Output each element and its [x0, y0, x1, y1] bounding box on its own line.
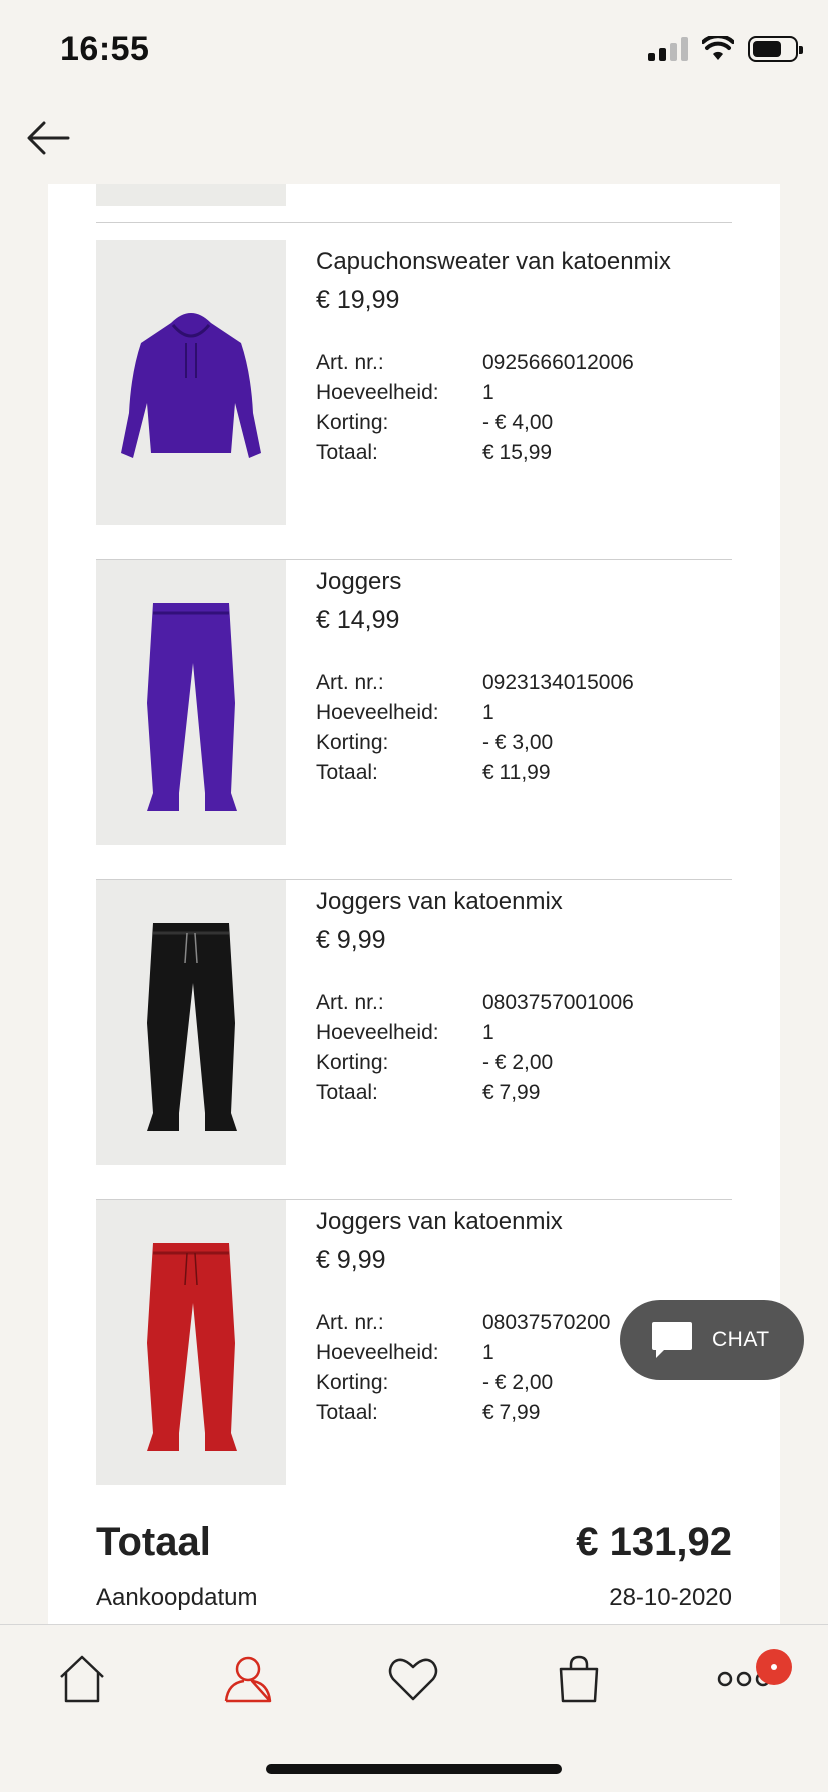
article-number-label: Art. nr.: — [316, 1311, 384, 1334]
product-price: € 14,99 — [316, 606, 400, 634]
quantity-value: 1 — [482, 1021, 494, 1044]
chat-label: CHAT — [712, 1328, 770, 1351]
order-item[interactable]: Capuchonsweater van katoenmix € 19,99 Ar… — [96, 240, 732, 560]
product-details: Art. nr.: 0803757001006 Hoeveelheid: 1 Kor… — [316, 988, 732, 1108]
order-item[interactable]: Joggers van katoenmix € 9,99 Art. nr.: 08… — [96, 880, 732, 1200]
order-total: Totaal € 131,92 — [96, 1520, 732, 1565]
product-name: Joggers — [316, 568, 402, 595]
heart-icon — [388, 1658, 438, 1701]
product-details: Art. nr.: 0925666012006 Hoeveelheid: 1 Kor… — [316, 348, 732, 468]
article-number-value: 0803757001006 — [482, 991, 634, 1014]
discount-label: Korting: — [316, 1371, 389, 1394]
hoodie-icon — [121, 312, 261, 458]
tab-favorites[interactable] — [383, 1649, 443, 1709]
discount-value: - € 2,00 — [482, 1371, 554, 1394]
back-button[interactable] — [24, 114, 72, 162]
total-label: Totaal — [96, 1520, 211, 1564]
article-number-value: 0923134015006 — [482, 671, 634, 694]
order-details: Capuchonsweater van katoenmix € 19,99 Ar… — [48, 184, 780, 1624]
item-total-label: Totaal: — [316, 761, 378, 784]
product-price: € 19,99 — [316, 286, 400, 314]
article-number-value: 08037570200 — [482, 1311, 611, 1334]
product-details: Art. nr.: 0923134015006 Hoeveelheid: 1 Kor… — [316, 668, 732, 788]
arrow-left-icon — [27, 121, 70, 155]
purchase-date-value: 28-10-2020 — [609, 1584, 732, 1611]
tab-home[interactable] — [52, 1649, 112, 1709]
article-number-value: 0925666012006 — [482, 351, 634, 374]
item-total-value: € 15,99 — [482, 441, 553, 464]
discount-label: Korting: — [316, 1051, 389, 1074]
product-name: Capuchonsweater van katoenmix — [316, 248, 671, 275]
quantity-label: Hoeveelheid: — [316, 381, 439, 404]
product-price: € 9,99 — [316, 1246, 386, 1274]
discount-label: Korting: — [316, 411, 389, 434]
product-price: € 9,99 — [316, 926, 386, 954]
quantity-value: 1 — [482, 701, 494, 724]
bag-icon — [559, 1655, 599, 1703]
article-number-label: Art. nr.: — [316, 991, 384, 1014]
tab-bag[interactable] — [549, 1649, 609, 1709]
item-total-label: Totaal: — [316, 441, 378, 464]
battery-icon — [748, 36, 803, 62]
chat-bubble-icon — [652, 1322, 692, 1358]
article-number-label: Art. nr.: — [316, 671, 384, 694]
joggers-icon — [147, 1242, 237, 1451]
purchase-date: Aankoopdatum 28-10-2020 — [96, 1584, 732, 1612]
article-number-label: Art. nr.: — [316, 351, 384, 374]
status-bar: 16:55 — [0, 0, 828, 100]
discount-value: - € 2,00 — [482, 1051, 554, 1074]
quantity-label: Hoeveelheid: — [316, 701, 439, 724]
item-total-value: € 7,99 — [482, 1081, 541, 1104]
discount-label: Korting: — [316, 731, 389, 754]
joggers-icon — [147, 922, 237, 1131]
notification-badge — [756, 1649, 792, 1685]
item-total-label: Totaal: — [316, 1081, 378, 1104]
tab-account[interactable] — [218, 1649, 278, 1709]
status-icons — [648, 34, 803, 64]
item-total-value: € 11,99 — [482, 761, 551, 784]
product-image — [96, 240, 286, 525]
discount-value: - € 4,00 — [482, 411, 554, 434]
home-icon — [60, 1655, 104, 1703]
quantity-label: Hoeveelheid: — [316, 1021, 439, 1044]
product-name: Joggers van katoenmix — [316, 888, 563, 915]
wifi-icon — [702, 36, 734, 60]
account-icon — [224, 1656, 272, 1703]
joggers-icon — [147, 602, 237, 811]
quantity-value: 1 — [482, 381, 494, 404]
product-image — [96, 1200, 286, 1485]
purchase-date-label: Aankoopdatum — [96, 1584, 258, 1611]
item-total-label: Totaal: — [316, 1401, 378, 1424]
status-time: 16:55 — [60, 30, 150, 68]
product-image — [96, 880, 286, 1165]
product-image-partial — [96, 184, 286, 206]
chat-button[interactable]: CHAT — [620, 1300, 804, 1380]
product-name: Joggers van katoenmix — [316, 1208, 563, 1235]
order-item[interactable]: Joggers € 14,99 Art. nr.: 0923134015006 H… — [96, 560, 732, 880]
product-image — [96, 560, 286, 845]
discount-value: - € 3,00 — [482, 731, 554, 754]
quantity-value: 1 — [482, 1341, 494, 1364]
home-indicator — [266, 1764, 562, 1774]
cellular-signal-icon — [648, 37, 688, 61]
divider — [96, 222, 732, 223]
total-value: € 131,92 — [576, 1520, 732, 1564]
item-total-value: € 7,99 — [482, 1401, 541, 1424]
quantity-label: Hoeveelheid: — [316, 1341, 439, 1364]
